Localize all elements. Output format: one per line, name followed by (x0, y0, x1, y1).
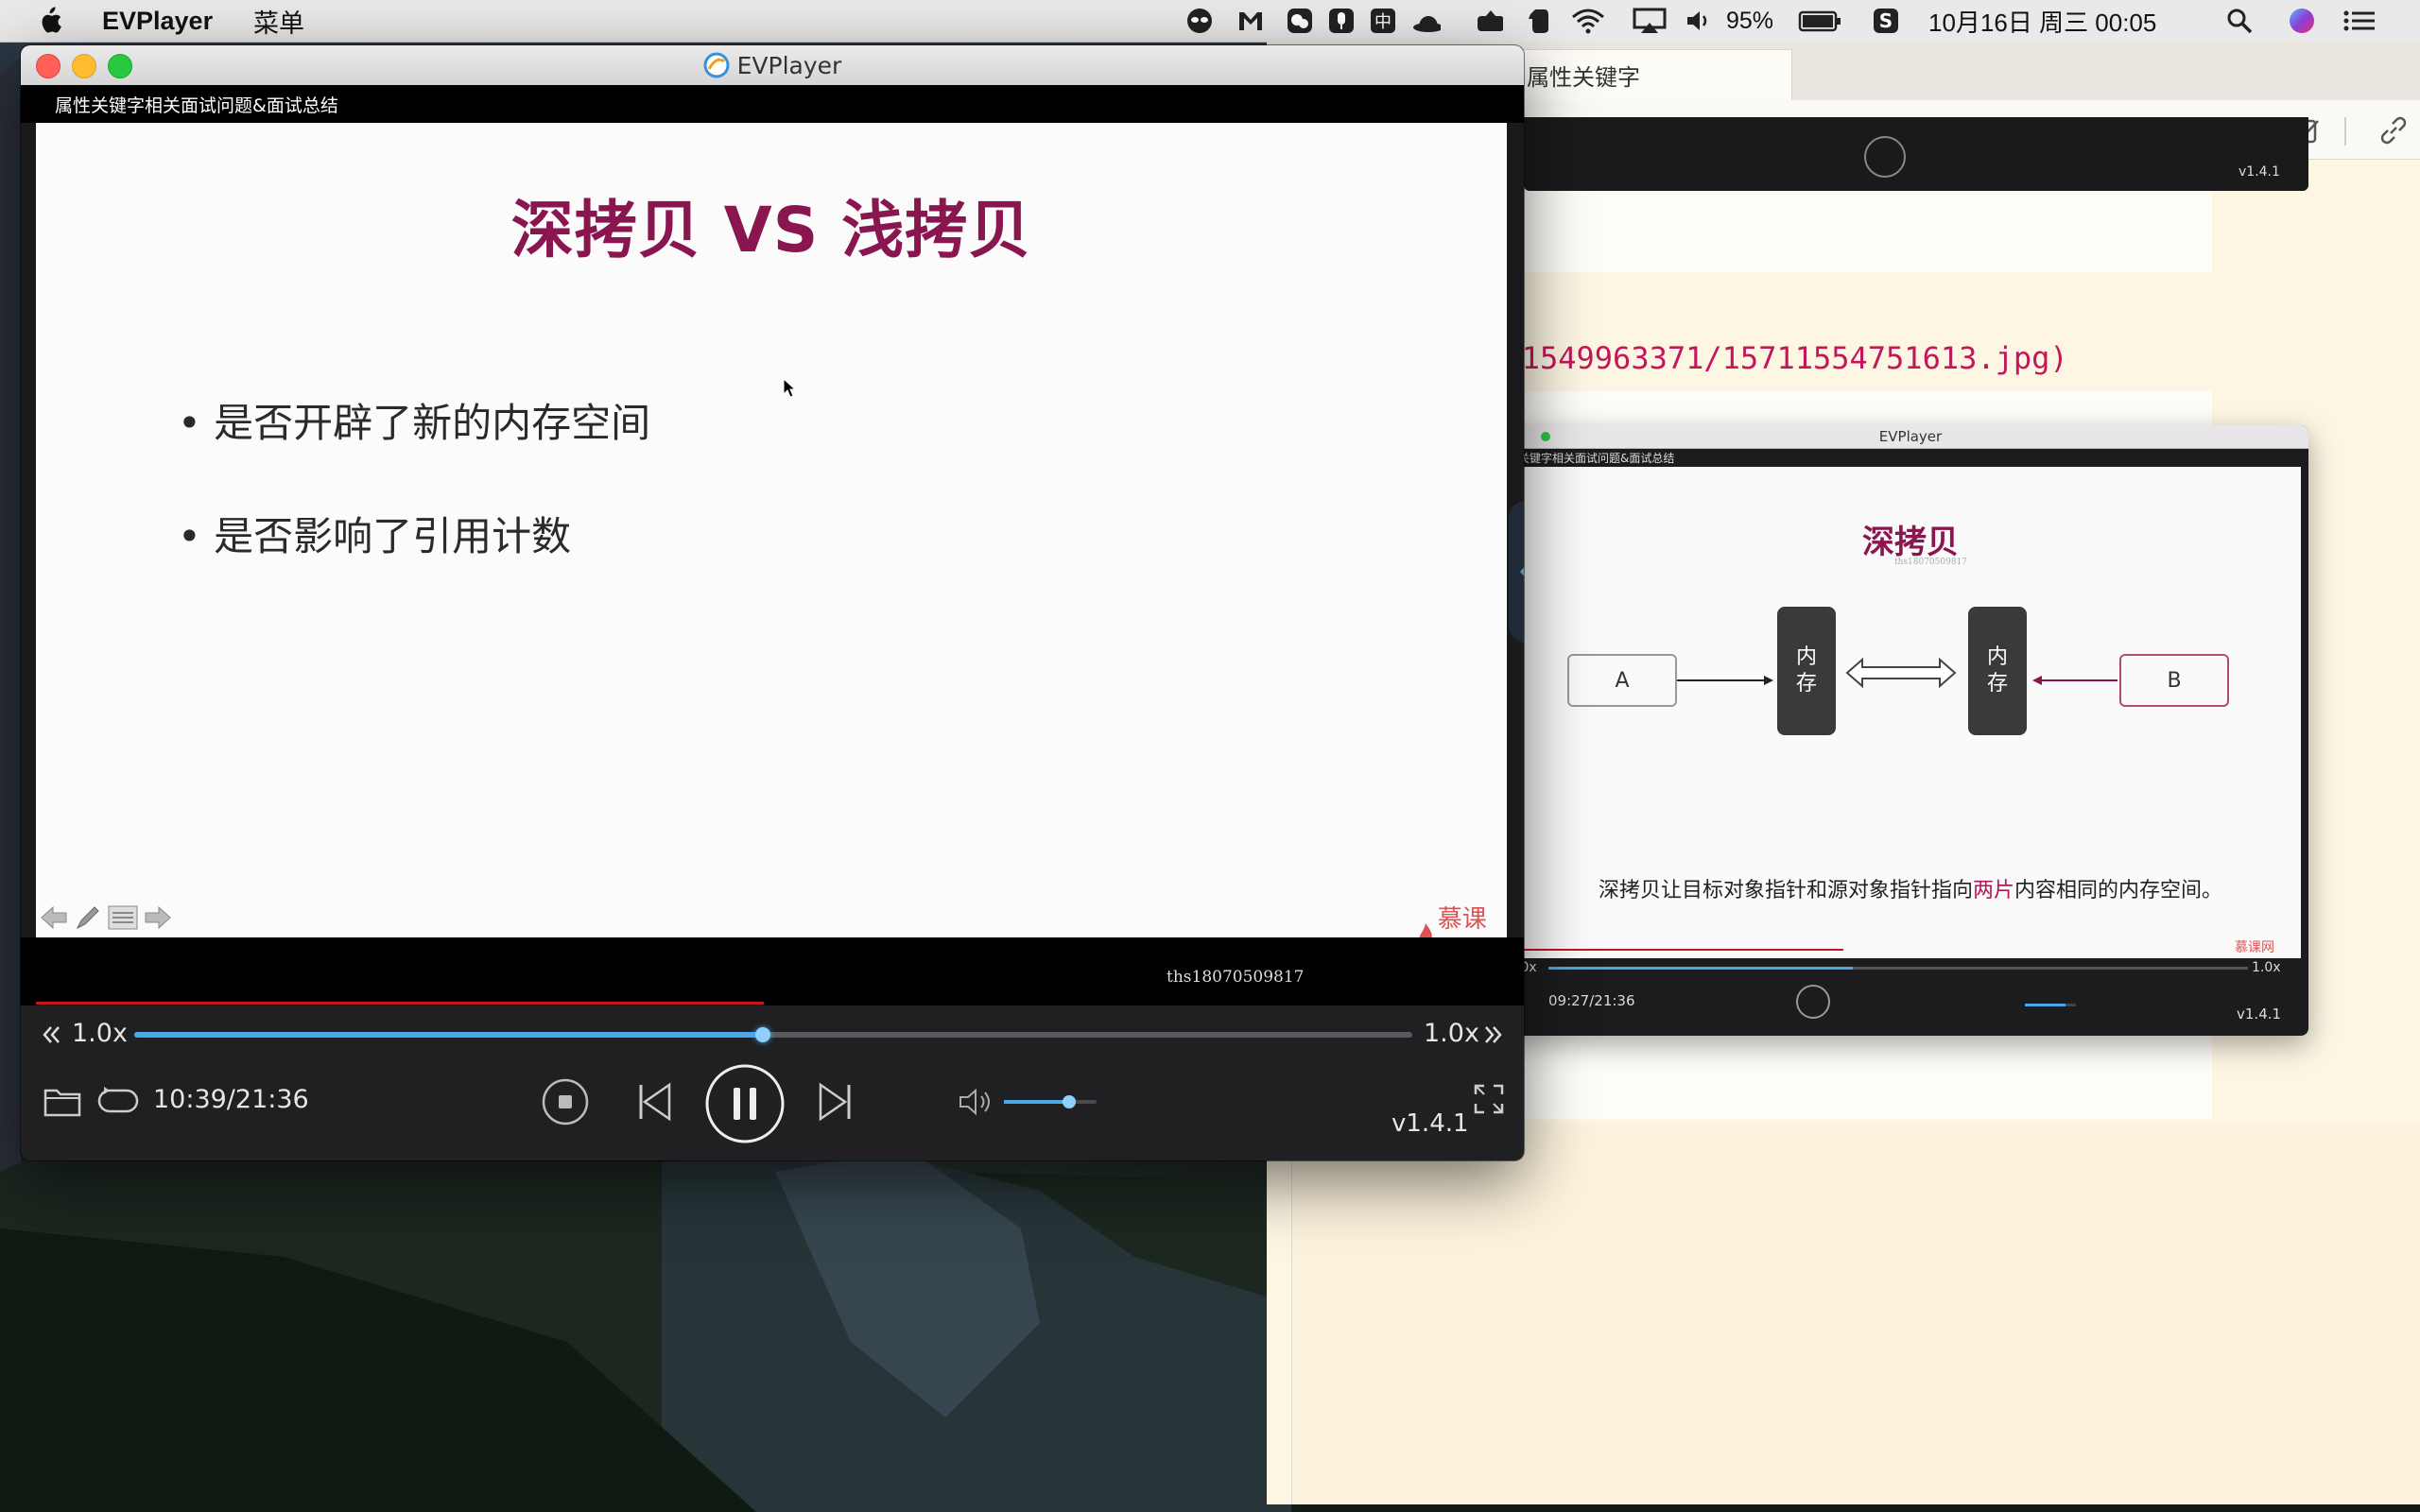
evernote-icon[interactable] (1524, 7, 1552, 35)
airplay-icon[interactable] (1632, 7, 1668, 35)
slide-title: 深拷贝 VS 浅拷贝 (510, 194, 1032, 266)
mini-logo: 慕课网 (2235, 940, 2274, 955)
window-title: EVPlayer (736, 51, 842, 79)
mini-title: EVPlayer (1878, 428, 1943, 445)
fullscreen-icon[interactable] (1473, 1083, 1505, 1115)
app-name-menu[interactable]: EVPlayer (102, 0, 213, 42)
progress-bar[interactable] (134, 1027, 1412, 1042)
siri-icon[interactable] (2288, 7, 2316, 35)
volume-icon[interactable] (1685, 7, 1713, 35)
mini-watermark: ths18070509817 (1894, 558, 1968, 567)
menu-bar: EVPlayer 菜单 中 95% S 10月16日 周三 00:05 (0, 0, 2420, 43)
slide-bullet-text: 是否影响了引用计数 (214, 513, 572, 559)
mini-titlebar: EVPlayer (1512, 425, 2308, 449)
battery-percent: 95% (1726, 7, 1774, 34)
mini-video-title: 关键字相关面试问题&面试总结 (1518, 452, 1675, 465)
mini-volume-fill (2025, 1004, 2066, 1006)
stop-button[interactable] (541, 1077, 590, 1126)
wechat-icon[interactable] (1286, 7, 1314, 35)
evplayer-logo-icon (703, 52, 730, 78)
battery-icon[interactable] (1798, 7, 1843, 35)
side-panel-handle[interactable] (1509, 501, 1524, 643)
loop-icon[interactable] (96, 1085, 140, 1117)
mini-version: v1.4.1 (2237, 1005, 2282, 1022)
pause-button[interactable] (703, 1062, 786, 1145)
double-arrow-icon (1845, 657, 1957, 689)
volume-knob[interactable] (1062, 1095, 1076, 1108)
time-display: 10:39/21:36 (153, 1085, 309, 1114)
window-titlebar[interactable]: EVPlayer (21, 45, 1524, 86)
double-chevron-left-icon (1519, 567, 1524, 576)
embedded-player-image-top: v1.4.1 (1524, 117, 2308, 191)
bowler-hat-icon[interactable] (1412, 7, 1441, 35)
embedded-player-image: EVPlayer 关键字相关面试问题&面试总结 深拷贝 ths180705098… (1512, 425, 2308, 1036)
mini-caption: 深拷贝让目标对象指针和源对象指针指向两片内容相同的内存空间。 (1520, 873, 2301, 903)
progress-fill (134, 1032, 764, 1038)
volume-fill (1004, 1100, 1069, 1104)
diagram-memory-left: 内 存 (1777, 607, 1836, 735)
mini-pause-icon (1796, 985, 1830, 1019)
mouse-cursor-icon (783, 378, 797, 398)
clock-datetime[interactable]: 10月16日 周三 00:05 (1928, 0, 2156, 42)
folder-icon[interactable] (43, 1085, 81, 1117)
mini-caption-part1: 深拷贝让目标对象指针和源对象指针指向 (1598, 879, 1973, 902)
mini-caption-part2: 内容相同的内存空间。 (2014, 879, 2223, 902)
speed-up-icon[interactable] (1480, 1022, 1505, 1047)
editor-content-area[interactable] (1291, 1125, 2420, 1504)
gmail-icon[interactable] (1236, 7, 1265, 35)
slide-forward-icon[interactable] (144, 905, 172, 930)
mini-slide: 深拷贝 ths18070509817 A 内 存 内 存 B 深拷贝让目标对象指… (1520, 467, 2301, 958)
editor-tab-active[interactable]: 属性关键字 (1509, 49, 1792, 100)
mic-icon[interactable] (1327, 7, 1356, 35)
video-title: 属性关键字相关面试问题&面试总结 (21, 85, 1524, 123)
mini-speed-right: 1.0x (2252, 960, 2281, 975)
diagram-box-a: A (1567, 654, 1677, 707)
alien-icon[interactable] (1185, 7, 1214, 35)
mini-slide-title: 深拷贝 (1862, 524, 1959, 561)
slide-menu-icon[interactable] (108, 905, 138, 930)
search-icon[interactable] (2225, 7, 2254, 35)
input-method-icon[interactable]: 中 (1369, 7, 1397, 35)
mini-top-version: v1.4.1 (2238, 164, 2280, 180)
speed-down-icon[interactable] (40, 1022, 64, 1047)
window-title-group: EVPlayer (21, 45, 1524, 85)
mini-zoom-dot (1541, 432, 1550, 441)
wifi-icon[interactable] (1569, 7, 1607, 35)
slide-back-icon[interactable] (40, 905, 68, 930)
next-button[interactable] (817, 1081, 855, 1123)
sogou-icon[interactable]: S (1872, 7, 1900, 35)
diagram-box-b: B (2119, 654, 2229, 707)
speed-left[interactable]: 1.0x (72, 1019, 128, 1048)
menu-menu[interactable]: 菜单 (253, 0, 304, 42)
svg-text:S: S (1879, 9, 1893, 32)
buffer-progress-line (36, 1002, 764, 1005)
mini-volume-track (2025, 1004, 2076, 1006)
mini-top-play-icon (1864, 136, 1906, 178)
mini-progress-fill (1548, 967, 1853, 970)
svg-text:中: 中 (1374, 12, 1392, 32)
slide-bullet-text: 是否开辟了新的内存空间 (214, 400, 651, 446)
pen-icon[interactable] (74, 903, 102, 932)
previous-button[interactable] (635, 1081, 673, 1123)
video-watermark: ths18070509817 (1167, 968, 1305, 987)
list-icon[interactable] (2342, 7, 2377, 35)
arrow-b-to-memory (2032, 676, 2118, 685)
link-icon[interactable] (2375, 112, 2412, 149)
mini-progress-track (1548, 967, 2248, 970)
slide-bullet: • 是否影响了引用计数 (178, 513, 572, 559)
mini-red-line (1512, 949, 1843, 951)
version-label: v1.4.1 (1392, 1109, 1469, 1138)
toolbar-divider (2344, 117, 2346, 146)
speed-right[interactable]: 1.0x (1424, 1019, 1479, 1048)
mini-caption-highlight: 两片 (1972, 879, 2014, 902)
diagram-memory-right: 内 存 (1968, 607, 2027, 735)
apple-menu-icon[interactable] (36, 0, 62, 42)
volume-slider[interactable] (1004, 1095, 1097, 1108)
mini-time: 09:27/21:36 (1548, 992, 1635, 1009)
speaker-icon[interactable] (959, 1087, 996, 1117)
cloud-upload-icon[interactable] (1475, 7, 1503, 35)
evplayer-window: EVPlayer 属性关键字相关面试问题&面试总结 深拷贝 VS 浅拷贝 • 是… (21, 45, 1524, 1160)
video-slide[interactable]: 深拷贝 VS 浅拷贝 • 是否开辟了新的内存空间 • 是否影响了引用计数 慕课网 (36, 123, 1507, 969)
slide-bullet: • 是否开辟了新的内存空间 (178, 400, 651, 446)
